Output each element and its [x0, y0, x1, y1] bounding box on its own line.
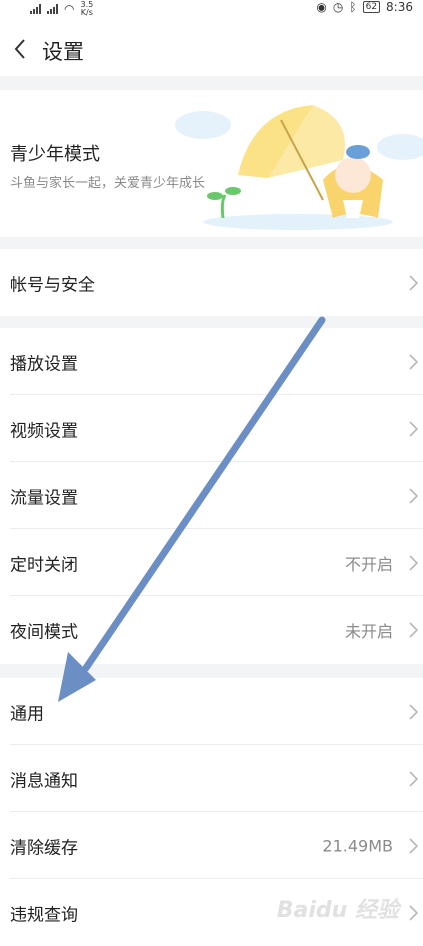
signal-icon: [30, 4, 41, 14]
settings-row[interactable]: 通用: [0, 678, 423, 745]
settings-row-label: 通用: [10, 704, 44, 724]
settings-row[interactable]: 视频设置: [0, 395, 423, 462]
app-header: 设置: [0, 22, 423, 76]
battery-indicator: 62: [362, 1, 381, 13]
settings-row-value: 不开启: [344, 554, 393, 574]
chevron-right-icon: [409, 554, 419, 571]
settings-row-label: 夜间模式: [10, 622, 78, 642]
network-speed: 3.5 K/s: [80, 0, 94, 17]
page-title: 设置: [42, 40, 84, 64]
watermark: Baidu 经验: [276, 898, 399, 923]
settings-row-label: 清除缓存: [10, 838, 78, 858]
settings-row-label: 定时关闭: [10, 555, 78, 575]
chevron-right-icon: [409, 904, 419, 921]
settings-row[interactable]: 夜间模式 未开启: [0, 596, 423, 663]
chevron-right-icon: [409, 621, 419, 638]
status-bar: ◠ 3.5 K/s ◉ ◷ ᛒ 62 8:36: [0, 0, 423, 18]
settings-row[interactable]: 流量设置: [0, 462, 423, 529]
signal-icon: [47, 4, 58, 14]
settings-row-value: 未开启: [344, 621, 393, 641]
youth-mode-illustration: [175, 105, 423, 230]
settings-row[interactable]: 帐号与安全: [0, 249, 423, 316]
alarm-icon: ◷: [332, 0, 344, 14]
settings-row[interactable]: 消息通知: [0, 745, 423, 812]
settings-row-label: 消息通知: [10, 771, 78, 791]
youth-mode-title: 青少年模式: [10, 144, 100, 165]
section-gap: [0, 237, 423, 249]
settings-row[interactable]: 定时关闭 不开启: [0, 529, 423, 596]
chevron-right-icon: [409, 837, 419, 854]
settings-row[interactable]: 清除缓存 21.49MB: [0, 812, 423, 879]
settings-row-value: 21.49MB: [322, 836, 393, 855]
settings-row[interactable]: 播放设置: [0, 328, 423, 395]
section-gap: [0, 76, 423, 90]
chevron-right-icon: [409, 487, 419, 504]
settings-row-label: 视频设置: [10, 421, 78, 441]
chevron-left-icon[interactable]: [10, 34, 32, 64]
bluetooth-icon: ᛒ: [349, 0, 357, 14]
chevron-right-icon: [409, 353, 419, 370]
chevron-right-icon: [409, 274, 419, 291]
chevron-right-icon: [409, 703, 419, 720]
settings-row-label: 帐号与安全: [10, 275, 95, 295]
section-gap: [0, 316, 423, 328]
chevron-right-icon: [409, 420, 419, 437]
youth-mode-banner[interactable]: 青少年模式 斗鱼与家长一起，关爱青少年成长: [0, 90, 423, 237]
settings-row-label: 播放设置: [10, 354, 78, 374]
clock: 8:36: [386, 0, 413, 14]
eye-icon: ◉: [316, 0, 327, 14]
settings-row-label: 违规查询: [10, 905, 78, 925]
wifi-icon: ◠: [64, 2, 75, 16]
chevron-right-icon: [409, 770, 419, 787]
settings-row-label: 流量设置: [10, 488, 78, 508]
section-gap: [0, 664, 423, 678]
